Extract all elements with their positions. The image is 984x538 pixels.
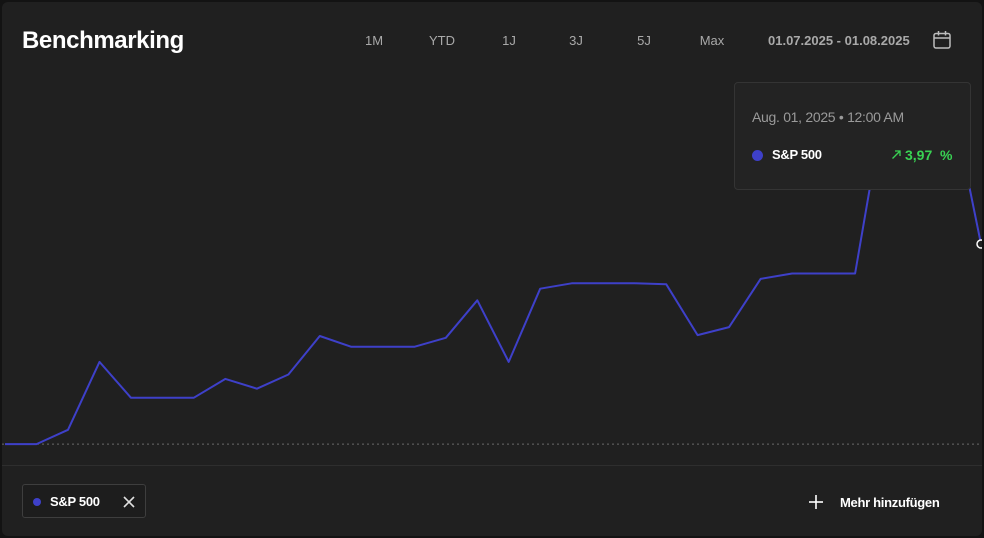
hover-point-marker <box>976 239 982 249</box>
tooltip-value: 3,97 % <box>905 147 953 163</box>
plus-icon <box>809 495 823 509</box>
benchmark-line-chart <box>2 88 982 446</box>
arrow-up-right-icon <box>892 150 901 159</box>
tooltip-series-dot <box>752 150 763 161</box>
close-icon[interactable] <box>122 495 136 509</box>
chart-tooltip: Aug. 01, 2025 • 12:00 AM S&P 500 3,97 % <box>734 82 971 190</box>
legend-chip-sp500[interactable]: S&P 500 <box>22 484 146 518</box>
series-color-dot <box>33 498 41 506</box>
add-more-label: Mehr hinzufügen <box>840 495 940 510</box>
benchmarking-card: Benchmarking 1M YTD 1J 3J 5J Max 01.07.2… <box>2 2 982 536</box>
tooltip-series-name: S&P 500 <box>772 147 822 162</box>
footer-divider <box>2 465 982 466</box>
tooltip-date: Aug. 01, 2025 • 12:00 AM <box>752 109 904 125</box>
legend-chip-label: S&P 500 <box>50 494 100 509</box>
